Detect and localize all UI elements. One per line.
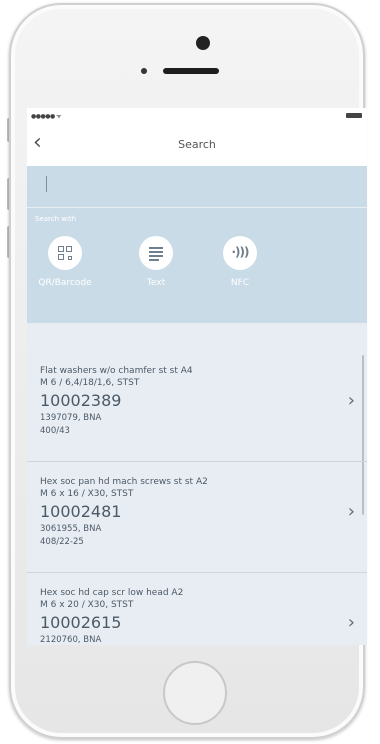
earpiece-speaker (163, 68, 219, 74)
status-bar: ●●●●● ᯤ (27, 108, 367, 124)
page-title: Search (178, 138, 216, 151)
item-code: 3061955, BNA (40, 524, 102, 534)
search-input[interactable] (27, 166, 367, 208)
nfc-option[interactable]: ·))) NFC (212, 236, 268, 288)
qr-barcode-option[interactable]: QR/Barcode (37, 236, 93, 288)
item-spec: M 6 / 6,4/18/1,6, STST (40, 378, 140, 388)
search-with-label: Search with (35, 215, 77, 223)
text-option[interactable]: Text (128, 236, 184, 288)
item-spec: M 6 x 20 / X30, STST (40, 600, 134, 610)
signal-icon: ●●●●● ᯤ (31, 113, 62, 120)
chevron-right-icon[interactable]: › (348, 501, 355, 522)
item-location: 400/43 (40, 426, 70, 436)
item-number: 10002481 (40, 502, 122, 521)
qr-barcode-label: QR/Barcode (38, 278, 92, 288)
nfc-icon: ·))) (231, 245, 249, 259)
chevron-right-icon[interactable]: › (348, 390, 355, 411)
app-screen: ●●●●● ᯤ ‹ Search Search with QR/Barcode (27, 108, 367, 645)
item-location: 408/22-25 (40, 537, 84, 547)
chevron-right-icon[interactable]: › (348, 612, 355, 633)
search-panel: Search with QR/Barcode Text ·))) NFC (27, 166, 367, 323)
item-number: 10002389 (40, 391, 122, 410)
qr-barcode-button[interactable] (48, 236, 82, 270)
item-code: 2120760, BNA (40, 635, 102, 645)
front-camera (196, 36, 210, 50)
item-name: Hex soc hd cap scr low head A2 (40, 588, 184, 598)
list-item[interactable]: Hex soc hd cap scr low head A2 M 6 x 20 … (27, 573, 367, 645)
text-lines-icon (149, 247, 163, 263)
item-name: Flat washers w/o chamfer st st A4 (40, 366, 193, 376)
text-button[interactable] (139, 236, 173, 270)
list-item[interactable]: Hex soc pan hd mach screws st st A2 M 6 … (27, 462, 367, 573)
text-label: Text (146, 278, 166, 288)
item-code: 1397079, BNA (40, 413, 102, 423)
nfc-label: NFC (230, 278, 250, 288)
text-caret (46, 176, 47, 192)
qr-code-icon (58, 246, 72, 260)
battery-icon (346, 113, 362, 118)
results-list: Flat washers w/o chamfer st st A4 M 6 / … (27, 351, 367, 645)
item-name: Hex soc pan hd mach screws st st A2 (40, 477, 208, 487)
list-item[interactable]: Flat washers w/o chamfer st st A4 M 6 / … (27, 351, 367, 462)
home-button[interactable] (163, 661, 227, 725)
proximity-sensor (141, 68, 147, 74)
nfc-button[interactable]: ·))) (223, 236, 257, 270)
item-number: 10002615 (40, 613, 122, 632)
item-spec: M 6 x 16 / X30, STST (40, 489, 134, 499)
nav-bar: ‹ Search (27, 124, 367, 166)
